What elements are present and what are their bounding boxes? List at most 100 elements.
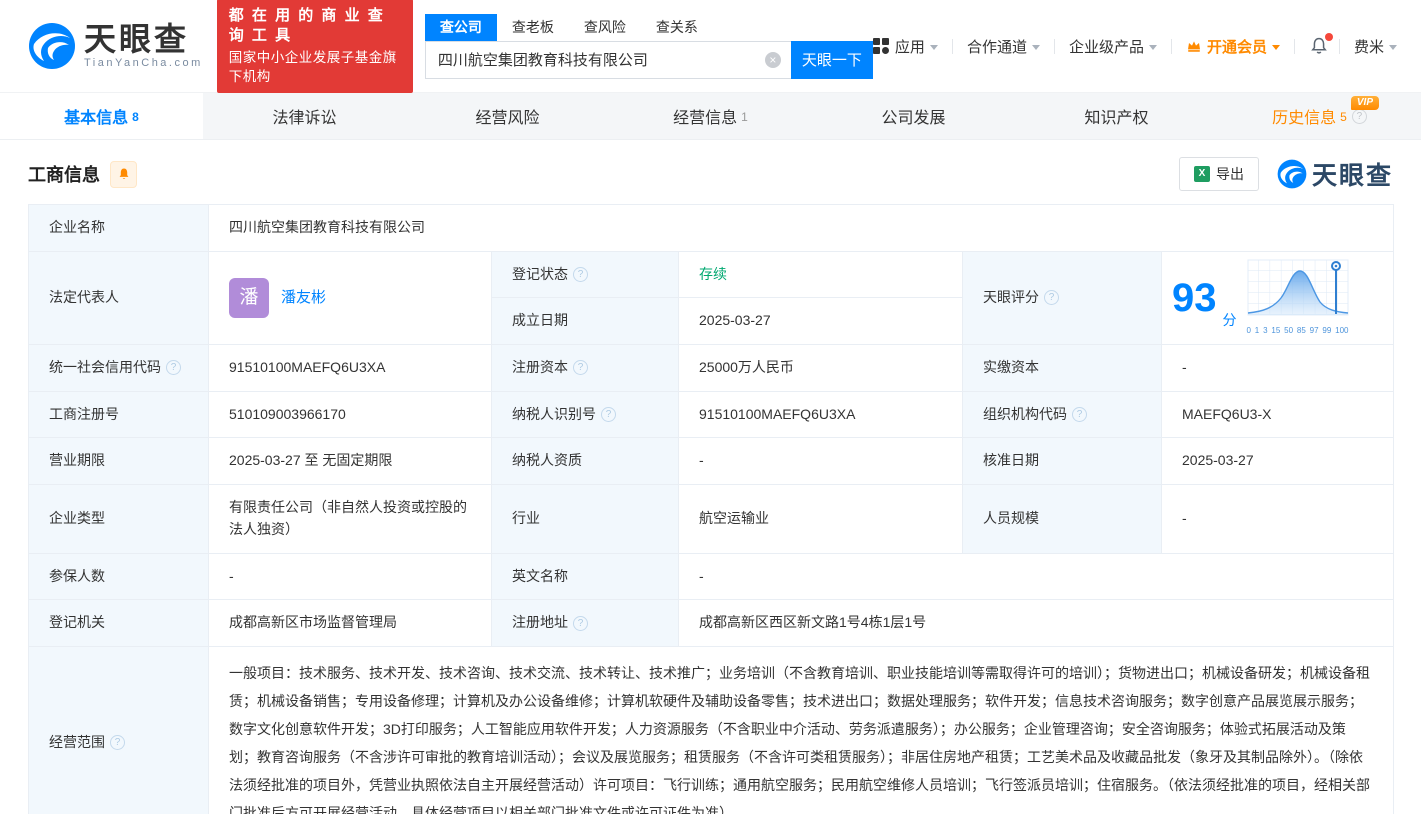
field-label: 企业名称 xyxy=(29,205,209,252)
field-label: 组织机构代码 xyxy=(963,391,1162,438)
search-tab-relation[interactable]: 查关系 xyxy=(641,14,713,41)
section-header: 工商信息 导出 天眼查 xyxy=(0,140,1421,204)
table-row: 企业类型 有限责任公司（非自然人投资或控股的法人独资） 行业 航空运输业 人员规… xyxy=(29,485,1394,553)
nav-enterprise[interactable]: 企业级产品 xyxy=(1069,36,1157,57)
search-input[interactable] xyxy=(425,41,791,79)
excel-icon xyxy=(1194,166,1210,182)
chevron-down-icon xyxy=(1149,45,1157,50)
monitor-bell-button[interactable] xyxy=(110,161,137,188)
vip-badge: VIP xyxy=(1351,96,1379,110)
top-header: 天眼查 TianYanCha.com 都 在 用 的 商 业 查 询 工 具 国… xyxy=(0,0,1421,92)
chevron-down-icon xyxy=(1389,45,1397,50)
search-area: 查公司 查老板 查风险 查关系 天眼一下 xyxy=(425,14,873,79)
search-tab-boss[interactable]: 查老板 xyxy=(497,14,569,41)
watermark-text: 天眼查 xyxy=(1312,156,1393,192)
help-icon[interactable] xyxy=(573,360,588,375)
section-title: 工商信息 xyxy=(28,161,100,187)
chevron-down-icon xyxy=(930,45,938,50)
table-row: 工商注册号 510109003966170 纳税人识别号 91510100MAE… xyxy=(29,391,1394,438)
nav-user[interactable]: 费米 xyxy=(1354,36,1397,57)
industry-value: 航空运输业 xyxy=(679,485,963,553)
business-term-value: 2025-03-27 至 无固定期限 xyxy=(209,438,492,485)
username-label: 费米 xyxy=(1354,36,1384,57)
field-label: 统一社会信用代码 xyxy=(29,345,209,392)
help-icon[interactable] xyxy=(110,735,125,750)
org-code-value: MAEFQ6U3-X xyxy=(1162,391,1394,438)
score-unit: 分 xyxy=(1223,310,1237,332)
tab-intellectual-property[interactable]: 知识产权 xyxy=(1015,93,1218,139)
status-date-cell: 登记状态 存续 成立日期 2025-03-27 xyxy=(492,251,963,344)
field-label: 注册地址 xyxy=(492,600,679,647)
clear-icon[interactable] xyxy=(765,52,781,68)
help-icon[interactable] xyxy=(601,407,616,422)
nav-vip[interactable]: 开通会员 xyxy=(1186,36,1280,57)
notification-dot xyxy=(1325,33,1333,41)
nav-enterprise-label: 企业级产品 xyxy=(1069,36,1144,57)
field-label: 成立日期 xyxy=(492,298,679,344)
table-row: 参保人数 - 英文名称 - xyxy=(29,553,1394,600)
crown-icon xyxy=(1186,38,1202,54)
field-label: 英文名称 xyxy=(492,553,679,600)
score-distribution-chart: 0131550859799100 xyxy=(1247,259,1349,337)
table-row: 营业期限 2025-03-27 至 无固定期限 纳税人资质 - 核准日期 202… xyxy=(29,438,1394,485)
credit-code-value: 91510100MAEFQ6U3XA xyxy=(209,345,492,392)
tab-operation-risk[interactable]: 经营风险 xyxy=(406,93,609,139)
help-icon[interactable] xyxy=(1044,290,1059,305)
taxpayer-quality-value: - xyxy=(679,438,963,485)
search-tab-company[interactable]: 查公司 xyxy=(425,14,497,41)
tianyancha-logo[interactable]: 天眼查 TianYanCha.com xyxy=(28,22,203,70)
bell-icon xyxy=(117,167,131,181)
tab-legal-litigation[interactable]: 法律诉讼 xyxy=(203,93,406,139)
staff-size-value: - xyxy=(1162,485,1394,553)
field-label: 实缴资本 xyxy=(963,345,1162,392)
legal-rep-link[interactable]: 潘友彬 xyxy=(281,286,326,309)
search-button[interactable]: 天眼一下 xyxy=(791,41,873,79)
nav-partner[interactable]: 合作通道 xyxy=(967,36,1040,57)
help-icon[interactable] xyxy=(1072,407,1087,422)
field-label: 核准日期 xyxy=(963,438,1162,485)
english-name-value: - xyxy=(679,553,1394,600)
apps-grid-icon xyxy=(873,38,889,54)
legal-rep-cell: 潘 潘友彬 xyxy=(209,251,492,344)
nav-vip-label: 开通会员 xyxy=(1207,36,1267,57)
tab-history-info[interactable]: VIP 历史信息 5 xyxy=(1218,93,1421,139)
avatar[interactable]: 潘 xyxy=(229,278,269,318)
chevron-down-icon xyxy=(1032,45,1040,50)
field-label: 营业期限 xyxy=(29,438,209,485)
tianyancha-logo-icon xyxy=(1277,159,1307,189)
tab-operation-info[interactable]: 经营信息 1 xyxy=(609,93,812,139)
business-scope-value: 一般项目：技术服务、技术开发、技术咨询、技术交流、技术转让、技术推广；业务培训（… xyxy=(209,646,1394,814)
field-label: 行业 xyxy=(492,485,679,553)
search-tab-risk[interactable]: 查风险 xyxy=(569,14,641,41)
field-label: 登记状态 xyxy=(492,252,679,299)
notification-bell[interactable] xyxy=(1309,36,1329,56)
reg-number-value: 510109003966170 xyxy=(209,391,492,438)
tab-company-development[interactable]: 公司发展 xyxy=(812,93,1015,139)
reg-status-value: 存续 xyxy=(679,252,962,299)
table-row: 登记机关 成都高新区市场监督管理局 注册地址 成都高新区西区新文路1号4栋1层1… xyxy=(29,600,1394,647)
score-value: 93 xyxy=(1172,278,1217,318)
field-label: 参保人数 xyxy=(29,553,209,600)
field-label: 经营范围 xyxy=(29,646,209,814)
nav-separator xyxy=(1339,39,1340,54)
field-label: 人员规模 xyxy=(963,485,1162,553)
taxpayer-id-value: 91510100MAEFQ6U3XA xyxy=(679,391,963,438)
table-row: 统一社会信用代码 91510100MAEFQ6U3XA 注册资本 25000万人… xyxy=(29,345,1394,392)
help-icon[interactable] xyxy=(573,616,588,631)
nav-separator xyxy=(1171,39,1172,54)
help-icon[interactable] xyxy=(573,267,588,282)
tagline-line2: 国家中小企业发展子基金旗下机构 xyxy=(229,48,401,86)
tianyancha-logo-icon xyxy=(28,22,76,70)
export-button[interactable]: 导出 xyxy=(1179,157,1259,191)
tab-basic-info[interactable]: 基本信息 8 xyxy=(0,93,203,139)
reg-capital-value: 25000万人民币 xyxy=(679,345,963,392)
watermark-logo: 天眼查 xyxy=(1277,156,1393,192)
paid-capital-value: - xyxy=(1162,345,1394,392)
field-label: 纳税人资质 xyxy=(492,438,679,485)
nav-separator xyxy=(1294,39,1295,54)
nav-apps[interactable]: 应用 xyxy=(873,36,938,57)
help-icon[interactable] xyxy=(1352,109,1367,124)
field-label: 天眼评分 xyxy=(963,251,1162,344)
nav-partner-label: 合作通道 xyxy=(967,36,1027,57)
help-icon[interactable] xyxy=(166,360,181,375)
